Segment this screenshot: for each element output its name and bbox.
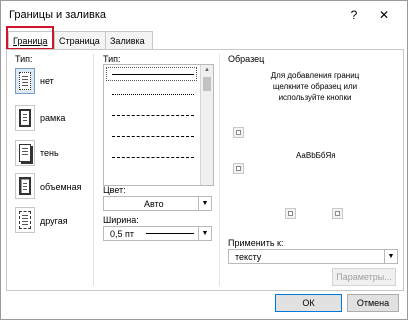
style-list-scrollbar[interactable]: ▲ [200, 65, 213, 185]
close-button[interactable]: ✕ [376, 7, 392, 23]
tab-page-border[interactable]: Страница [54, 31, 106, 50]
setting-3d-label: объемная [40, 182, 82, 192]
top-border-button[interactable] [233, 127, 244, 138]
apply-to-value: тексту [235, 252, 262, 262]
width-dropdown[interactable]: 0,5 пт ▼ [103, 226, 212, 241]
width-sample-line [146, 233, 194, 234]
tab-borders[interactable]: Граница [8, 31, 54, 51]
bottom-border-button[interactable] [233, 163, 244, 174]
preview-label: Образец [228, 54, 265, 64]
setting-label: Тип: [15, 54, 33, 64]
border-shadow-icon [19, 144, 31, 162]
preview-sample-text[interactable]: АаBbБбЯя [296, 151, 336, 160]
tab-borders-label: Граница [13, 36, 48, 46]
border-box-icon [19, 109, 31, 127]
help-button[interactable]: ? [346, 7, 362, 23]
top-border-icon [236, 130, 241, 135]
dialog-title: Границы и заливка [9, 9, 106, 21]
chevron-down-icon: ▼ [198, 197, 211, 210]
setting-custom[interactable] [15, 207, 35, 233]
tab-page-border-label: Страница [59, 36, 100, 46]
color-value: Авто [144, 199, 164, 209]
tab-shading[interactable]: Заливка [105, 31, 153, 50]
setting-custom-label: другая [40, 216, 68, 226]
line-style-dashed-medium[interactable] [112, 136, 194, 137]
ok-button[interactable]: ОК [275, 294, 342, 312]
color-label: Цвет: [103, 185, 126, 195]
cancel-button[interactable]: Отмена [347, 294, 399, 312]
chevron-down-icon: ▼ [384, 250, 397, 263]
preview-hint: Для добавления границ щелкните образец и… [270, 71, 360, 102]
setting-box[interactable] [15, 105, 35, 131]
left-border-icon [288, 211, 293, 216]
right-border-button[interactable] [332, 208, 343, 219]
style-label: Тип: [103, 54, 121, 64]
setting-shadow[interactable] [15, 140, 35, 166]
setting-shadow-label: тень [40, 148, 59, 158]
line-style-dashed-small[interactable] [112, 115, 194, 116]
setting-3d[interactable] [15, 173, 35, 199]
bottom-border-icon [236, 166, 241, 171]
tab-shading-label: Заливка [110, 36, 145, 46]
left-border-button[interactable] [285, 208, 296, 219]
width-label: Ширина: [103, 215, 139, 225]
apply-to-dropdown[interactable]: тексту ▼ [228, 249, 398, 264]
setting-box-label: рамка [40, 113, 66, 123]
line-style-dotted[interactable] [112, 94, 194, 95]
setting-none[interactable] [15, 68, 35, 94]
separator [219, 54, 220, 286]
borders-panel: Тип: нет рамка тень объемная другая Тип:… [6, 49, 404, 291]
borders-shading-dialog: Границы и заливка ? ✕ Граница Страница З… [0, 0, 408, 320]
color-dropdown[interactable]: Авто ▼ [103, 196, 212, 211]
line-style-dash-dot[interactable] [112, 157, 194, 158]
line-style-solid[interactable] [112, 74, 194, 75]
separator [93, 54, 94, 286]
options-button[interactable]: Параметры... [332, 268, 396, 286]
right-border-icon [335, 211, 340, 216]
border-custom-icon [19, 211, 31, 229]
setting-none-label: нет [40, 76, 54, 86]
apply-to-label: Применить к: [228, 238, 284, 248]
chevron-down-icon: ▼ [198, 227, 211, 240]
border-none-icon [19, 72, 31, 90]
scroll-thumb[interactable] [203, 77, 211, 91]
line-style-list[interactable]: ▲ [103, 64, 214, 186]
title-bar: Границы и заливка ? ✕ [1, 1, 407, 31]
border-3d-icon [19, 177, 31, 195]
scroll-up-arrow-icon[interactable]: ▲ [201, 65, 213, 76]
width-value: 0,5 пт [110, 229, 135, 239]
